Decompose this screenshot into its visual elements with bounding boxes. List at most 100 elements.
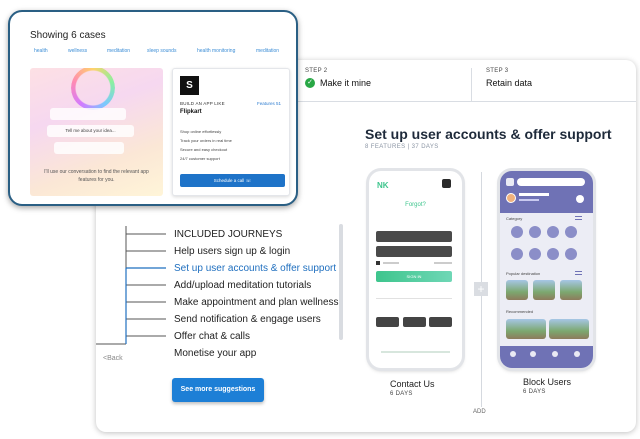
feature-item: Track your orders in real time xyxy=(180,138,232,143)
app-logo-icon xyxy=(506,178,514,186)
profile-icon xyxy=(574,351,580,357)
remember-row xyxy=(376,261,452,265)
category-heading: Category xyxy=(506,216,523,221)
search-icon xyxy=(552,351,558,357)
category-icon xyxy=(529,248,541,260)
phone-preview-block-users[interactable]: Category Popular destination Recommended xyxy=(500,171,593,368)
tag[interactable]: sleep sounds xyxy=(147,48,176,54)
step-number: STEP 2 xyxy=(305,68,328,74)
chat-prompt: Tell me about your idea... xyxy=(47,125,134,137)
feature-item: 24/7 customer support xyxy=(180,156,220,161)
search-bar xyxy=(517,178,585,186)
journey-item[interactable]: Help users sign up & login xyxy=(174,243,339,260)
phone-days: 6 DAYS xyxy=(390,391,413,397)
feature-item: Secure and easy checkout xyxy=(180,147,228,152)
feature-item: Shop online effortlessly xyxy=(180,129,222,134)
category-icon xyxy=(547,248,559,260)
category-icon xyxy=(511,226,523,238)
step-2[interactable]: STEP 2 ✓ Make it mine xyxy=(305,68,472,102)
build-label: BUILD AN APP LIKE xyxy=(180,101,225,106)
ai-chat-card[interactable]: Tell me about your idea... I'll use our … xyxy=(30,68,163,196)
schedule-call-label: Schedule a call xyxy=(213,178,245,183)
journey-item[interactable]: Send notification & engage users xyxy=(174,311,339,328)
step-number: STEP 3 xyxy=(486,68,509,74)
add-label: ADD xyxy=(473,409,486,415)
tag[interactable]: meditation xyxy=(107,48,130,54)
step-label-text: Make it mine xyxy=(320,78,372,88)
journey-item[interactable]: Monetise your app xyxy=(174,345,339,362)
password-field xyxy=(376,246,452,257)
sign-in-button: SIGN IN xyxy=(376,271,452,282)
journey-list: INCLUDED JOURNEYS Help users sign up & l… xyxy=(174,226,339,362)
home-icon xyxy=(510,351,516,357)
check-icon: ✓ xyxy=(305,78,315,88)
chat-bubble xyxy=(54,142,124,154)
features-count: Features 51 xyxy=(256,101,281,106)
screen: STEP 2 ✓ Make it mine STEP 3 Retain data… xyxy=(0,0,640,439)
recommended-heading: Recommended xyxy=(506,309,534,314)
welcome-text xyxy=(519,193,549,196)
see-more-suggestions-button[interactable]: See more suggestions xyxy=(172,378,264,402)
phone-preview-contact-us[interactable]: NK Forgot? SIGN IN xyxy=(369,171,462,368)
destination-image xyxy=(506,280,528,300)
phone-days: 6 DAYS xyxy=(523,389,546,395)
step-label: ✓ Make it mine xyxy=(305,78,471,88)
back-link[interactable]: <Back xyxy=(103,355,123,362)
profile-toggle-icon xyxy=(576,195,584,203)
app-name: Flipkart xyxy=(180,109,202,115)
phone-icon: ☏ xyxy=(245,178,252,183)
category-icon xyxy=(511,248,523,260)
popular-heading: Popular destination xyxy=(506,271,541,276)
avatar xyxy=(506,193,516,203)
journey-tree-connector xyxy=(96,226,166,345)
tag[interactable]: health monitoring xyxy=(197,48,235,54)
welcome-subtext xyxy=(519,199,539,201)
feature-list: Shop online effortlessly Track your orde… xyxy=(180,127,232,163)
tag[interactable]: wellness xyxy=(68,48,87,54)
journey-item[interactable]: Offer chat & calls xyxy=(174,328,339,345)
tag[interactable]: meditation xyxy=(256,48,279,54)
journey-item-active[interactable]: Set up user accounts & offer support xyxy=(174,260,339,277)
journey-item[interactable]: Make appointment and plan wellness xyxy=(174,294,339,311)
case-card-flipkart[interactable]: S BUILD AN APP LIKE Features 51 Flipkart… xyxy=(172,68,290,196)
chat-icon xyxy=(403,317,426,327)
tag-list: health wellness meditation sleep sounds … xyxy=(34,48,294,56)
ai-orb-icon xyxy=(71,68,115,110)
journey-heading: INCLUDED JOURNEYS xyxy=(174,229,283,240)
menu-icon xyxy=(575,216,582,220)
category-icon xyxy=(565,248,577,260)
add-feature-button[interactable]: + xyxy=(474,282,488,296)
app-logo: NK xyxy=(377,181,389,190)
destination-image xyxy=(560,280,582,300)
cases-popup: Showing 6 cases health wellness meditati… xyxy=(8,10,298,206)
journey-item[interactable]: Add/upload meditation tutorials xyxy=(174,277,339,294)
phone-title: Block Users xyxy=(523,377,572,387)
category-icon xyxy=(529,226,541,238)
bottom-nav xyxy=(500,346,593,368)
step-label-text: Retain data xyxy=(486,78,533,88)
brand-logo-icon: S xyxy=(180,76,199,95)
phone-call-icon xyxy=(376,317,399,327)
destination-image xyxy=(549,319,589,339)
footer-text xyxy=(381,351,450,353)
step-3[interactable]: STEP 3 Retain data xyxy=(486,68,532,102)
explore-icon xyxy=(530,351,536,357)
destination-image xyxy=(506,319,546,339)
category-icon xyxy=(565,226,577,238)
page-title: Set up user accounts & offer support xyxy=(365,126,612,142)
ai-note: I'll use our conversation to find the re… xyxy=(44,169,149,183)
tag[interactable]: health xyxy=(34,48,48,54)
email-field xyxy=(376,231,452,242)
email-icon xyxy=(429,317,452,327)
divider xyxy=(376,298,452,299)
destination-image xyxy=(533,280,555,300)
phone-title: Contact Us xyxy=(390,379,435,389)
menu-icon xyxy=(575,271,582,275)
screen-heading: Forgot? xyxy=(405,202,426,208)
menu-icon xyxy=(442,179,451,188)
category-icon xyxy=(547,226,559,238)
schedule-call-button[interactable]: Schedule a call ☏ xyxy=(180,174,285,187)
feature-summary: 8 FEATURES | 37 DAYS xyxy=(365,144,439,150)
cases-title: Showing 6 cases xyxy=(30,30,106,41)
journey-scrollbar[interactable] xyxy=(339,224,343,340)
